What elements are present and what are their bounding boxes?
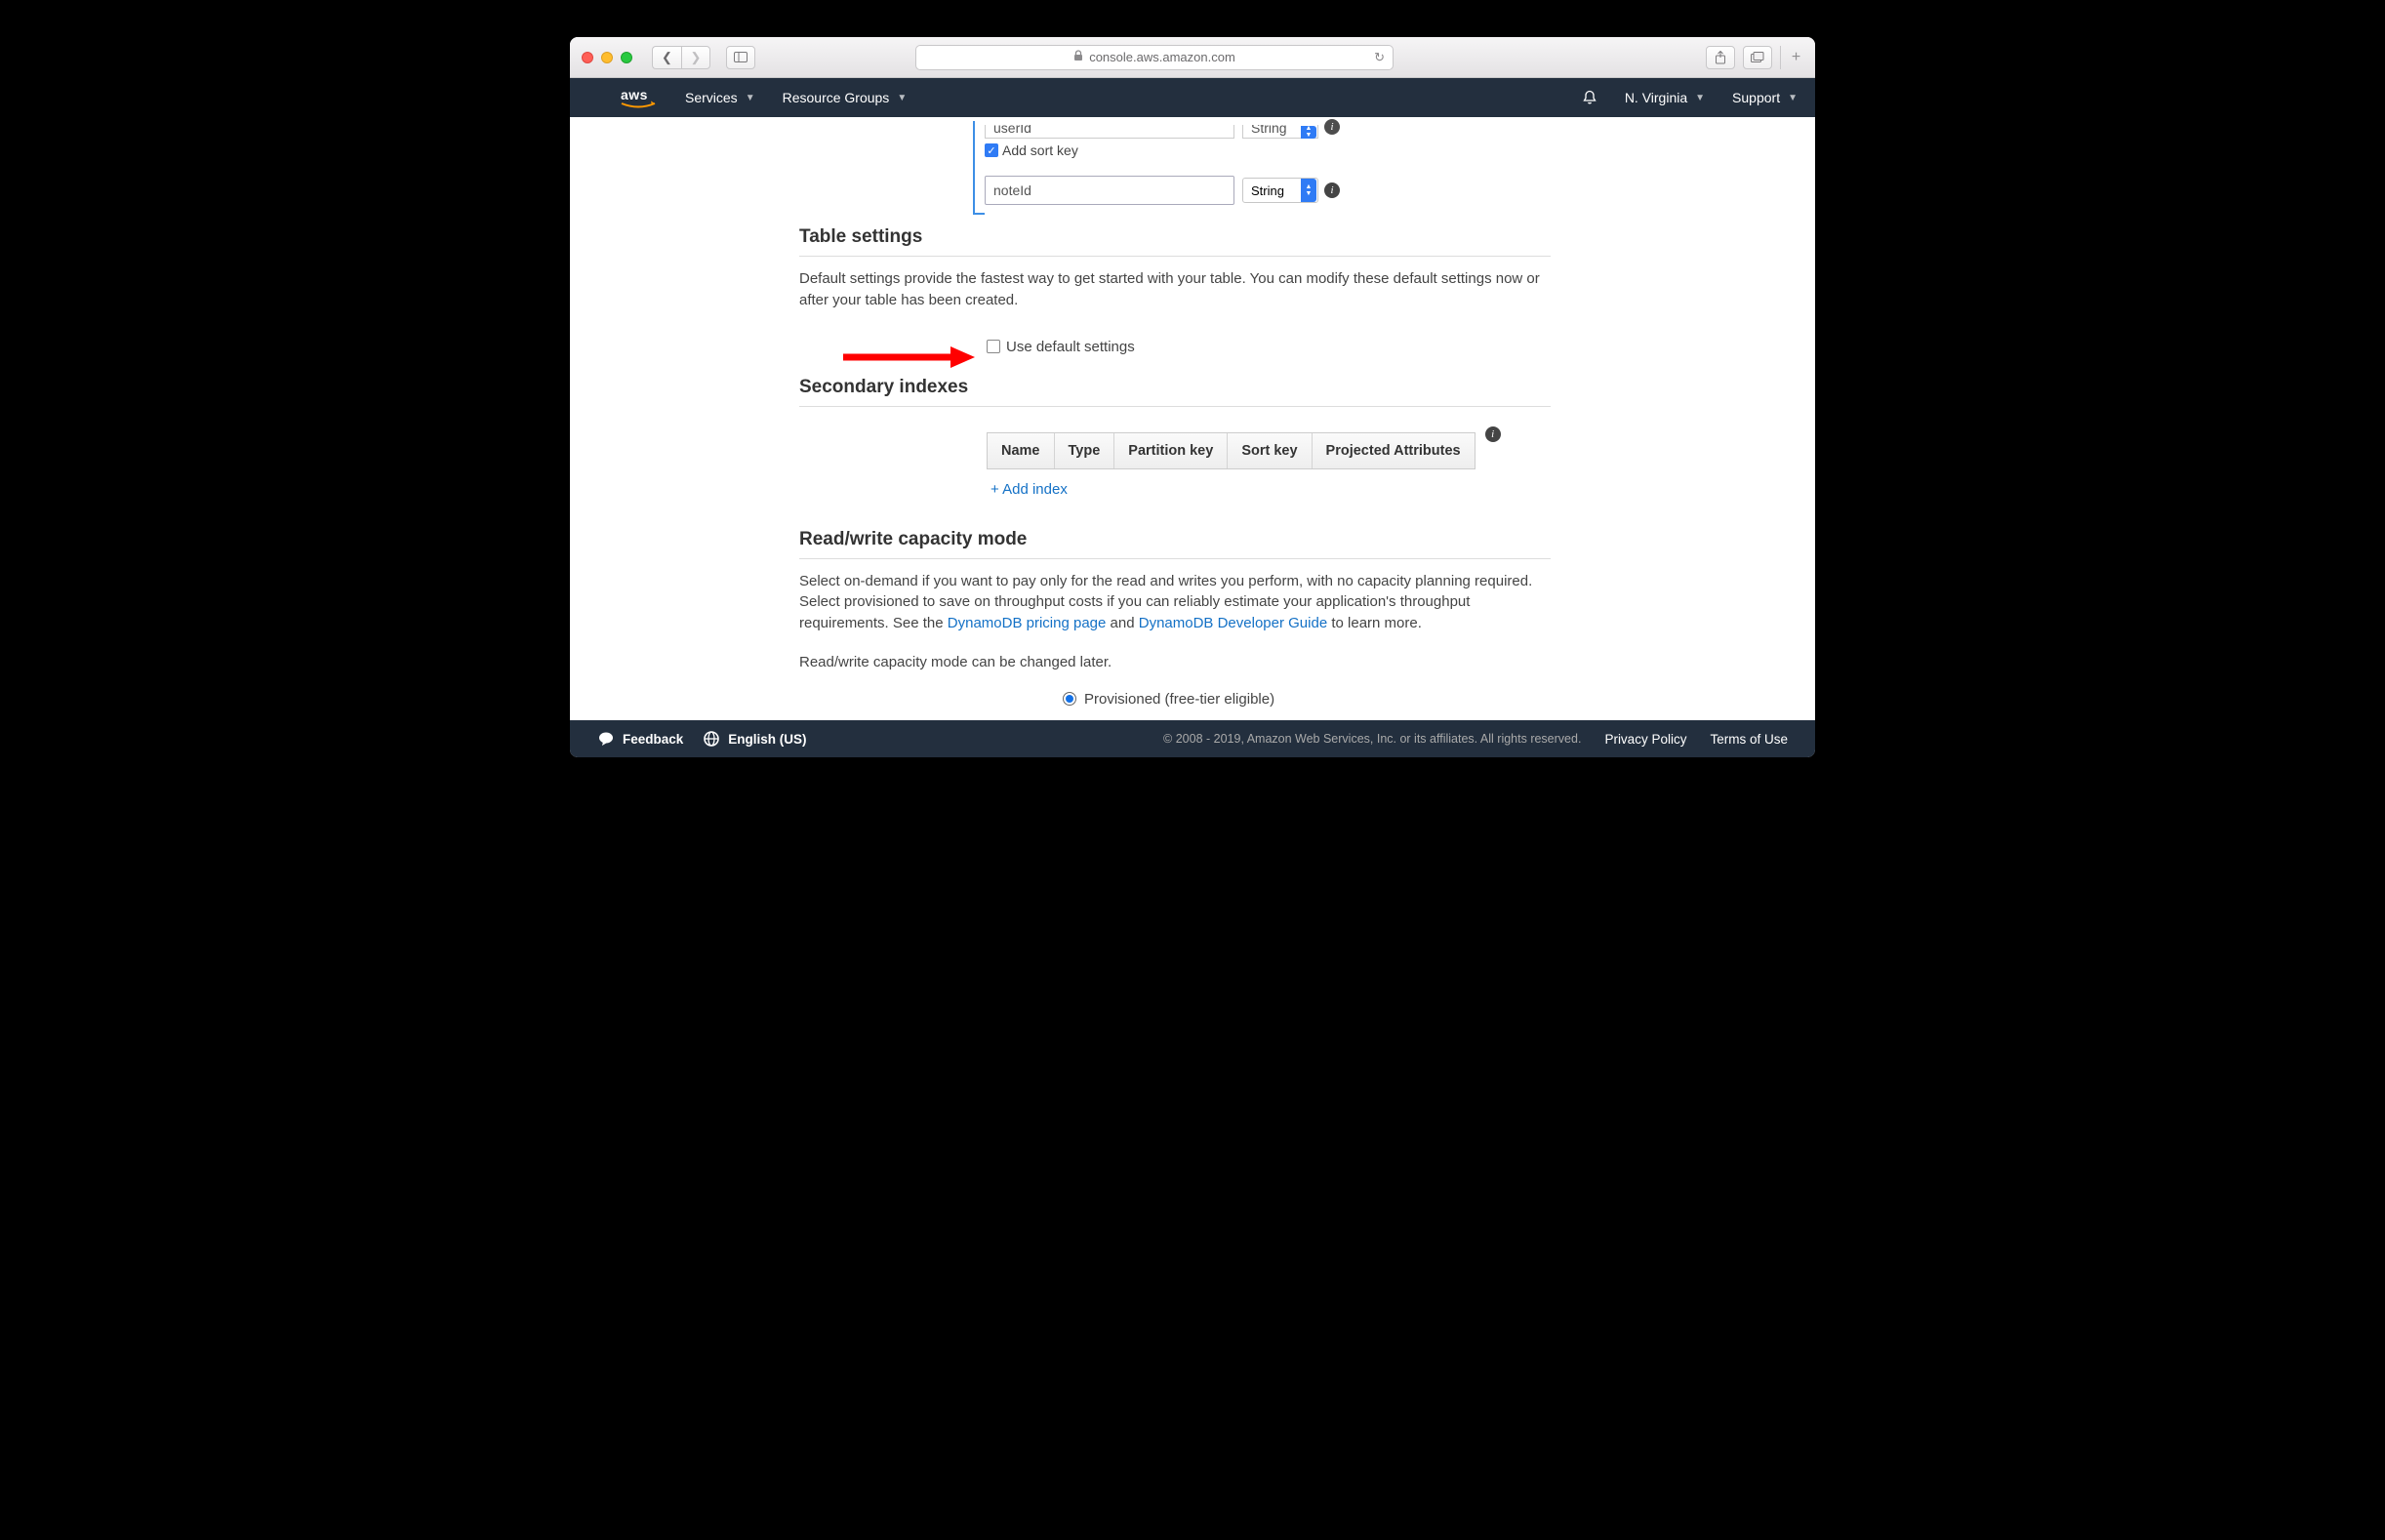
info-icon[interactable]: i — [1324, 119, 1340, 135]
col-partition-key: Partition key — [1114, 433, 1228, 468]
aws-top-nav: aws Services ▼ Resource Groups ▼ N. Virg… — [570, 78, 1815, 117]
capacity-mode-desc: Select on-demand if you want to pay only… — [799, 571, 1551, 634]
nav-resource-groups[interactable]: Resource Groups ▼ — [783, 90, 908, 105]
nav-back-forward: ❮ ❯ — [652, 46, 710, 69]
globe-icon — [703, 730, 720, 748]
url-text: console.aws.amazon.com — [1089, 50, 1235, 64]
copyright-text: © 2008 - 2019, Amazon Web Services, Inc.… — [1163, 732, 1581, 746]
info-icon[interactable]: i — [1485, 426, 1501, 442]
capacity-mode-heading: Read/write capacity mode — [799, 529, 1551, 559]
window-controls — [582, 52, 632, 63]
back-button[interactable]: ❮ — [652, 46, 681, 69]
nav-services[interactable]: Services ▼ — [685, 90, 755, 105]
add-index-link[interactable]: + Add index — [990, 481, 1475, 498]
table-settings-heading: Table settings — [799, 226, 1551, 257]
browser-window: ❮ ❯ console.aws.amazon.com ↻ + aws — [570, 37, 1815, 757]
select-arrows-icon: ▲▼ — [1301, 179, 1316, 202]
lock-icon — [1073, 50, 1083, 64]
col-projected-attributes: Projected Attributes — [1313, 433, 1475, 468]
use-default-settings-label: Use default settings — [1006, 339, 1135, 355]
annotation-arrow — [838, 345, 975, 369]
fullscreen-window-button[interactable] — [621, 52, 632, 63]
table-settings-desc: Default settings provide the fastest way… — [799, 268, 1551, 311]
capacity-provisioned-option[interactable]: Provisioned (free-tier eligible) — [1063, 691, 1551, 708]
notifications-button[interactable] — [1582, 90, 1597, 106]
feedback-link[interactable]: Feedback — [623, 732, 683, 747]
sidebar-toggle-button[interactable] — [726, 46, 755, 69]
new-tab-button[interactable]: + — [1780, 46, 1803, 69]
chevron-down-icon: ▼ — [897, 93, 907, 103]
add-sort-key-row: ✓ Add sort key — [985, 142, 1551, 158]
col-sort-key: Sort key — [1228, 433, 1312, 468]
terms-of-use-link[interactable]: Terms of Use — [1710, 732, 1788, 747]
partition-key-row: userId String ▲▼ i — [985, 125, 1551, 139]
nav-resource-groups-label: Resource Groups — [783, 90, 890, 105]
forward-button[interactable]: ❯ — [681, 46, 710, 69]
nav-services-label: Services — [685, 90, 738, 105]
sort-key-row: String ▲▼ i — [985, 176, 1551, 205]
tabs-button[interactable] — [1743, 46, 1772, 69]
chevron-down-icon: ▼ — [746, 93, 755, 103]
reload-icon[interactable]: ↻ — [1374, 50, 1385, 65]
select-arrows-icon: ▲▼ — [1301, 126, 1316, 139]
partition-key-input[interactable]: userId — [985, 125, 1234, 139]
secondary-indexes-heading: Secondary indexes — [799, 377, 1551, 407]
feedback-icon — [597, 730, 615, 748]
chevron-down-icon: ▼ — [1788, 93, 1798, 103]
dynamodb-pricing-link[interactable]: DynamoDB pricing page — [948, 615, 1107, 631]
titlebar: ❮ ❯ console.aws.amazon.com ↻ + — [570, 37, 1815, 78]
add-sort-key-checkbox[interactable]: ✓ — [985, 143, 998, 157]
nav-support[interactable]: Support ▼ — [1732, 90, 1798, 105]
add-sort-key-label: Add sort key — [1002, 142, 1078, 158]
dynamodb-guide-link[interactable]: DynamoDB Developer Guide — [1139, 615, 1327, 631]
col-name: Name — [988, 433, 1055, 468]
secondary-indexes-header-row: Name Type Partition key Sort key Project… — [987, 432, 1475, 469]
aws-logo[interactable]: aws — [619, 87, 658, 108]
chevron-down-icon: ▼ — [1695, 93, 1705, 103]
close-window-button[interactable] — [582, 52, 593, 63]
privacy-policy-link[interactable]: Privacy Policy — [1604, 732, 1686, 747]
secondary-indexes-table: Name Type Partition key Sort key Project… — [987, 432, 1475, 498]
capacity-change-later: Read/write capacity mode can be changed … — [799, 652, 1551, 673]
address-bar[interactable]: console.aws.amazon.com ↻ — [915, 45, 1394, 70]
sort-key-input[interactable] — [985, 176, 1234, 205]
nav-region[interactable]: N. Virginia ▼ — [1625, 90, 1705, 105]
info-icon[interactable]: i — [1324, 182, 1340, 198]
aws-footer: Feedback English (US) © 2008 - 2019, Ama… — [570, 720, 1815, 757]
radio-button[interactable] — [1063, 692, 1076, 706]
share-button[interactable] — [1706, 46, 1735, 69]
svg-text:aws: aws — [621, 87, 648, 102]
language-link[interactable]: English (US) — [728, 732, 806, 747]
nav-support-label: Support — [1732, 90, 1780, 105]
capacity-provisioned-label: Provisioned (free-tier eligible) — [1084, 691, 1274, 708]
col-type: Type — [1055, 433, 1115, 468]
use-default-settings-row: Use default settings — [987, 339, 1551, 355]
nav-region-label: N. Virginia — [1625, 90, 1687, 105]
minimize-window-button[interactable] — [601, 52, 613, 63]
use-default-settings-checkbox[interactable] — [987, 340, 1000, 353]
page-content: userId String ▲▼ i ✓ Add sort key Strin — [570, 117, 1815, 720]
